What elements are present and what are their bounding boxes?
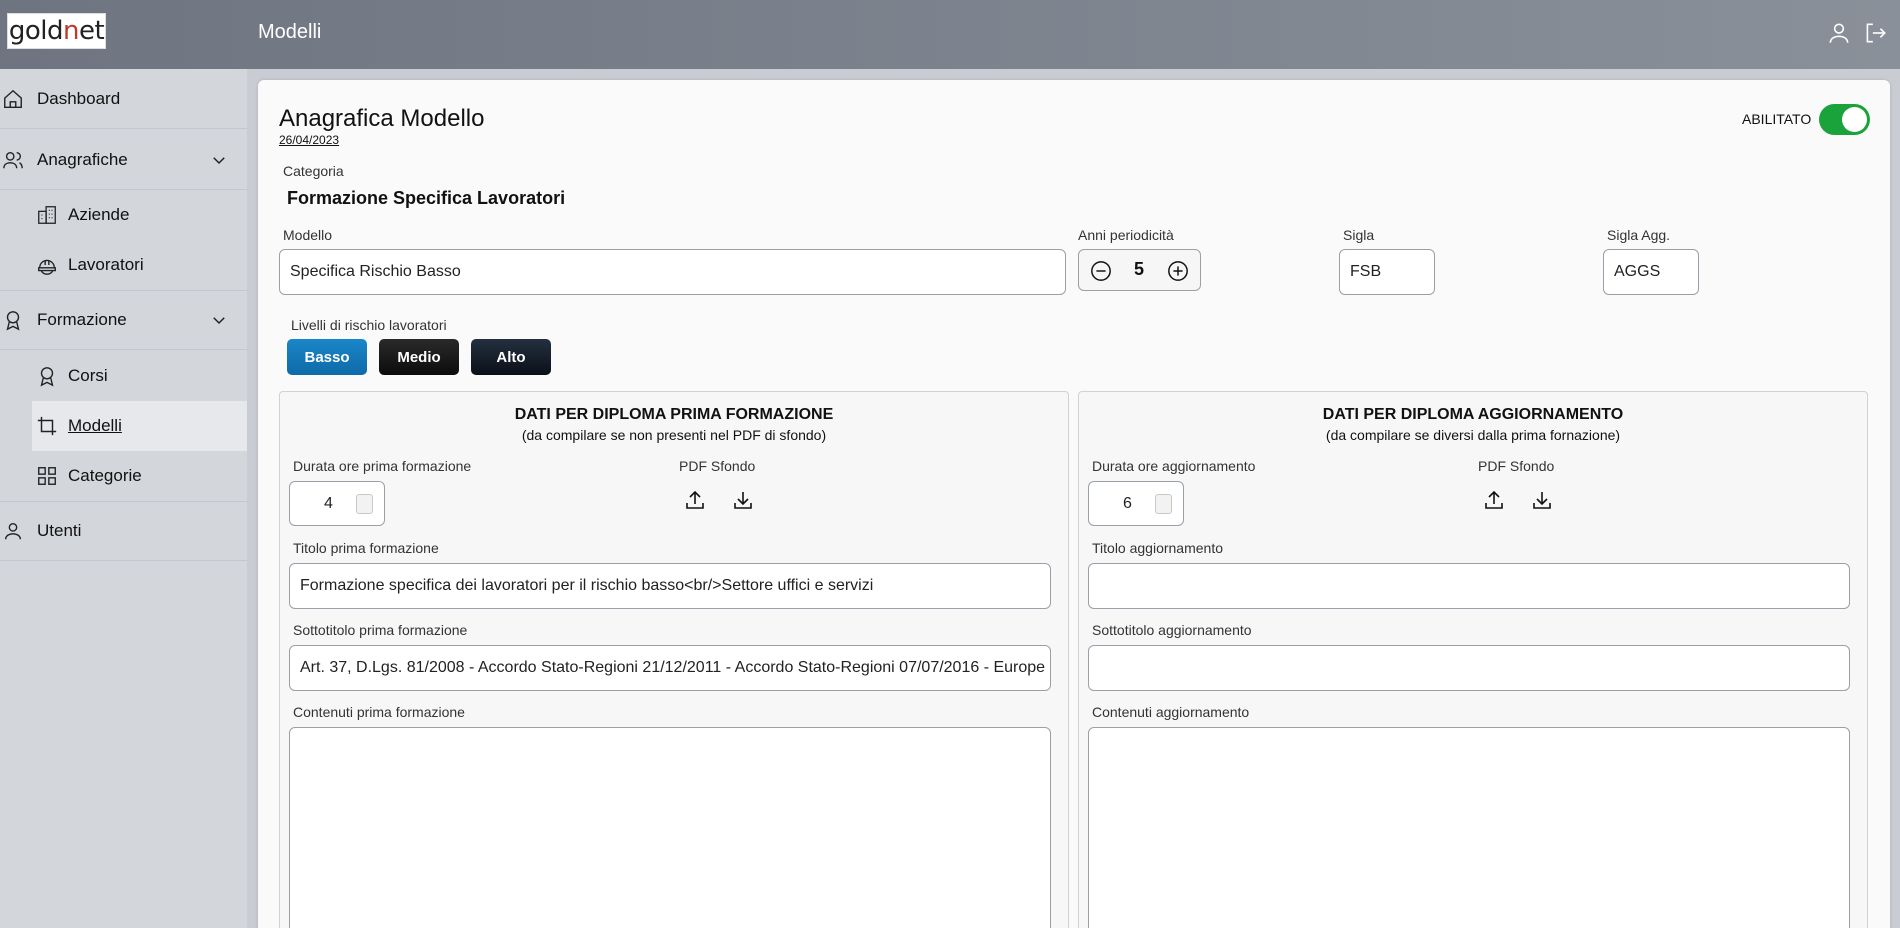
building-icon [36, 204, 58, 226]
title-input[interactable]: Formazione specifica dei lavoratori per … [289, 563, 1051, 609]
helmet-icon [36, 254, 58, 276]
sidebar-item-anagrafiche[interactable]: Anagrafiche [0, 130, 247, 190]
crop-icon [36, 415, 58, 437]
sigla-input[interactable]: FSB [1339, 249, 1435, 295]
download-icon[interactable] [731, 488, 755, 512]
user-icon [2, 520, 24, 542]
duration-label: Durata ore aggiornamento [1092, 458, 1256, 474]
duration-label: Durata ore prima formazione [293, 458, 472, 474]
logo-text-part: gold [8, 16, 64, 46]
plus-circle-icon[interactable] [1167, 260, 1189, 282]
pdf-label: PDF Sfondo [679, 458, 756, 474]
sidebar-item-lavoratori[interactable]: Lavoratori [32, 240, 247, 290]
title-input[interactable] [1088, 563, 1850, 609]
download-icon[interactable] [1530, 488, 1554, 512]
sidebar-item-categorie[interactable]: Categorie [32, 451, 247, 501]
model-input[interactable]: Specifica Rischio Basso [279, 249, 1066, 295]
period-stepper: 5 [1078, 249, 1201, 291]
sigla-label: Sigla [1343, 227, 1375, 243]
sidebar-item-label: Lavoratori [68, 255, 144, 274]
risk-levels-label: Livelli di rischio lavoratori [291, 317, 447, 333]
sidebar-item-aziende[interactable]: Aziende [32, 190, 247, 240]
upload-icon[interactable] [683, 488, 707, 512]
period-value: 5 [1134, 259, 1145, 279]
sidebar-item-label: Corsi [68, 366, 108, 385]
subtitle-label: Sottotitolo aggiornamento [1092, 622, 1252, 638]
sidebar-item-utenti[interactable]: Utenti [0, 501, 247, 561]
panel-title: DATI PER DIPLOMA PRIMA FORMAZIONE [514, 406, 834, 423]
logo-text-accent: n [62, 16, 79, 46]
contents-textarea[interactable] [289, 727, 1051, 928]
subtitle-input[interactable] [1088, 645, 1850, 691]
duration-input[interactable]: 4 [289, 481, 385, 526]
risk-basso-button[interactable]: Basso [287, 339, 367, 375]
duration-input[interactable]: 6 [1088, 481, 1184, 526]
subtitle-label: Sottotitolo prima formazione [293, 622, 468, 638]
sidebar-item-label: Categorie [68, 466, 142, 485]
minus-circle-icon[interactable] [1090, 260, 1112, 282]
risk-medio-button[interactable]: Medio [379, 339, 459, 375]
sidebar-item-label: Utenti [37, 521, 82, 540]
sigla-agg-label: Sigla Agg. [1607, 227, 1671, 243]
panel-title: DATI PER DIPLOMA AGGIORNAMENTO [1322, 406, 1624, 423]
chevron-down-icon[interactable] [210, 311, 228, 329]
enabled-toggle[interactable] [1819, 104, 1870, 135]
grid-icon [36, 465, 58, 487]
subtitle-input[interactable]: Art. 37, D.Lgs. 81/2008 - Accordo Stato-… [289, 645, 1051, 691]
sidebar-item-label: Anagrafiche [37, 149, 128, 169]
spinner-icon[interactable] [356, 494, 373, 514]
contents-textarea[interactable] [1088, 727, 1850, 928]
award-icon [36, 365, 58, 387]
panel-subtitle: (da compilare se non presenti nel PDF di… [521, 427, 827, 443]
sidebar-item-modelli[interactable]: Modelli [32, 401, 247, 451]
award-icon [2, 309, 24, 331]
panel-subtitle: (da compilare se diversi dalla prima for… [1325, 427, 1621, 443]
logo-text-part: et [78, 16, 105, 46]
duration-value: 4 [324, 495, 333, 512]
form-date: 26/04/2023 [279, 133, 340, 147]
sidebar-item-label: Formazione [37, 310, 127, 329]
risk-alto-button[interactable]: Alto [471, 339, 551, 375]
app-logo[interactable]: gold n et [7, 13, 106, 49]
home-icon [2, 88, 24, 110]
sidebar-item-formazione[interactable]: Formazione [0, 290, 247, 350]
period-label: Anni periodicità [1078, 227, 1174, 243]
logout-icon[interactable] [1862, 20, 1888, 46]
contents-label: Contenuti aggiornamento [1092, 704, 1250, 720]
duration-value: 6 [1123, 495, 1132, 512]
toggle-knob [1842, 107, 1867, 132]
sidebar-item-dashboard[interactable]: Dashboard [0, 69, 247, 129]
sidebar-item-label: Aziende [68, 205, 130, 224]
model-form-card: Anagrafica Modello 26/04/2023 ABILITATO … [258, 80, 1890, 928]
update-training-panel: DATI PER DIPLOMA AGGIORNAMENTO (da compi… [1078, 391, 1868, 928]
users-icon [2, 149, 24, 171]
category-value: Formazione Specifica Lavoratori [287, 188, 566, 208]
pdf-label: PDF Sfondo [1478, 458, 1555, 474]
title-label: Titolo prima formazione [293, 540, 439, 556]
page-title: Modelli [258, 21, 322, 43]
form-title: Anagrafica Modello [279, 105, 485, 132]
sidebar: Dashboard Anagrafiche Aziende Lavoratori… [0, 69, 247, 928]
model-label: Modello [283, 227, 333, 243]
sidebar-item-label: Dashboard [37, 88, 121, 108]
sidebar-item-corsi[interactable]: Corsi [32, 351, 247, 401]
title-label: Titolo aggiornamento [1092, 540, 1224, 556]
upload-icon[interactable] [1482, 488, 1506, 512]
contents-label: Contenuti prima formazione [293, 704, 465, 720]
user-icon[interactable] [1826, 20, 1852, 46]
sigla-agg-input[interactable]: AGGS [1603, 249, 1699, 295]
first-training-panel: DATI PER DIPLOMA PRIMA FORMAZIONE (da co… [279, 391, 1069, 928]
chevron-down-icon[interactable] [210, 151, 228, 169]
category-label: Categoria [283, 163, 344, 179]
top-bar: gold n et Modelli [0, 0, 1900, 69]
enabled-label: ABILITATO [1742, 111, 1812, 127]
spinner-icon[interactable] [1155, 494, 1172, 514]
sidebar-item-label: Modelli [68, 416, 122, 435]
